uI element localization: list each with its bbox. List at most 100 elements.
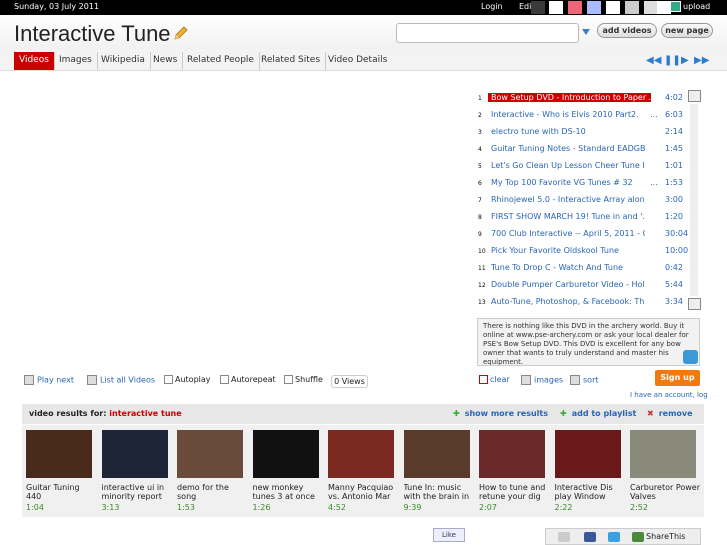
playlist-item[interactable]: 11 Tune To Drop C - Watch And Tune 0:42 [475,260,687,277]
new-page-button[interactable]: new page [661,23,713,38]
result-card[interactable]: Tune In: music with the brain in 9:39 [403,430,474,512]
playlist-item[interactable]: 4 Guitar Tuning Notes - Standard EADGB...… [475,141,687,158]
result-thumbnail[interactable] [177,430,243,478]
facebook-icon[interactable] [584,532,596,542]
result-card[interactable]: Guitar Tuning 440 1:04 [26,430,96,512]
result-title[interactable]: new monkey tunes 3 at once [253,483,323,501]
result-card[interactable]: How to tune and retune your dig 2:07 [479,430,549,512]
upload-link[interactable]: upload [670,1,710,12]
theme-swatch[interactable] [657,1,671,14]
result-title[interactable]: Carburetor Power Valves [630,483,700,501]
playlist-item[interactable]: 8 FIRST SHOW MARCH 19! Tune in and '... 1:… [475,209,687,226]
tab-images[interactable]: Images [54,52,98,70]
result-thumbnail[interactable] [554,430,621,478]
result-title[interactable]: Interactive Dis play Window [555,483,625,501]
theme-swatch[interactable] [568,1,582,14]
play-icon[interactable]: ▶ [681,55,689,66]
result-thumbnail[interactable] [403,430,470,478]
sharethis-icon[interactable] [632,532,644,542]
autoplay-label: Autoplay [175,375,211,384]
pencil-icon[interactable] [172,26,188,42]
login-link[interactable]: Login [481,2,503,11]
result-thumbnail[interactable] [26,430,92,478]
playlist-item-more: ... [650,110,658,119]
theme-swatch[interactable] [606,1,620,14]
result-title[interactable]: Guitar Tuning 440 [26,483,96,501]
tab-video-details[interactable]: Video Details [323,52,392,70]
images-button[interactable]: images [521,375,563,385]
playlist-scrollbar[interactable] [688,90,701,312]
result-card[interactable]: demo for the song 1:53 [177,430,247,512]
playlist-item[interactable]: 1 Bow Setup DVD - Introduction to Paper .… [475,90,687,107]
tab-videos[interactable]: Videos [14,52,55,70]
twitter-icon[interactable] [608,532,620,542]
shuffle-checkbox[interactable]: Shuffle [284,375,323,384]
sort-icon [570,375,580,385]
sort-button[interactable]: sort [570,375,599,385]
clear-button[interactable]: clear [479,375,510,384]
result-thumbnail[interactable] [479,430,545,478]
login-account-link[interactable]: I have an account, log [630,391,708,399]
playlist-item[interactable]: 9 700 Club Interactive -- April 5, 2011 -… [475,226,688,243]
tab-related-sites[interactable]: Related Sites [256,52,327,70]
video-player[interactable] [12,76,472,386]
playlist-item-title: Bow Setup DVD - Introduction to Paper ..… [488,93,651,102]
add-videos-button[interactable]: add videos [597,23,657,38]
playlist-item[interactable]: 5 Let's Go Clean Up Lesson Cheer Tune I..… [475,158,687,175]
theme-swatch[interactable] [587,1,601,14]
result-title[interactable]: interactive ui in minority report [102,483,172,501]
show-more-results-button[interactable]: ✚ show more results [453,409,548,418]
playlist-item[interactable]: 3 electro tune with DS-10 2:14 [475,124,687,141]
result-title[interactable]: Tune In: music with the brain in [404,483,474,501]
search-input[interactable] [396,23,579,43]
result-title[interactable]: Manny Pacquiao vs. Antonio Mar [328,483,398,501]
email-icon[interactable] [558,532,570,542]
description-toggle-icon[interactable] [683,350,698,364]
result-card[interactable]: new monkey tunes 3 at once 1:26 [252,430,323,512]
playlist-item[interactable]: 2 Interactive - Who is Elvis 2010 Part2..… [475,107,687,124]
theme-swatch[interactable] [625,1,639,14]
top-bar: Sunday, 03 July 2011 Login Edit upload [0,0,727,15]
playlist-item-title: FIRST SHOW MARCH 19! Tune in and '... [491,212,645,221]
playlist-item[interactable]: 13 Auto-Tune, Photoshop, & Facebook: Th..… [475,294,687,311]
result-title[interactable]: How to tune and retune your dig [479,483,549,501]
list-all-button[interactable]: List all Videos [87,375,155,385]
remove-button[interactable]: ✖ remove [647,409,693,418]
tab-news[interactable]: News [148,52,184,70]
result-title[interactable]: demo for the song [177,483,247,501]
play-next-button[interactable]: Play next [24,375,74,385]
autorepeat-checkbox[interactable]: Autorepeat [220,375,276,384]
result-thumbnail[interactable] [252,430,319,478]
like-button[interactable]: Like [433,528,465,542]
add-to-playlist-button[interactable]: ✚ add to playlist [560,409,636,418]
result-thumbnail[interactable] [101,430,168,478]
checkbox-box [220,375,229,384]
playlist-item-number: 6 [478,180,482,187]
scroll-track[interactable] [690,104,698,296]
tab-related-people[interactable]: Related People [182,52,260,70]
theme-swatch[interactable] [644,1,658,14]
theme-swatch[interactable] [531,1,545,14]
playlist-item[interactable]: 12 Double Pumper Carburetor Video - Holl.… [475,277,687,294]
pause-icon[interactable]: ❚❚ [664,55,681,66]
autoplay-checkbox[interactable]: Autoplay [164,375,211,384]
playlist-item[interactable]: 10 Pick Your Favorite Oldskool Tune 10:00 [475,243,688,260]
search-dropdown-icon[interactable] [582,29,590,35]
playlist-item[interactable]: 6 My Top 100 Favorite VG Tunes # 32... 1:5… [475,175,687,192]
result-card[interactable]: Manny Pacquiao vs. Antonio Mar 4:52 [328,430,398,512]
result-thumbnail[interactable] [630,430,696,478]
scroll-up-icon[interactable] [688,90,701,102]
previous-icon[interactable]: ◀◀ [646,55,661,66]
scroll-down-icon[interactable] [688,298,701,310]
theme-swatch[interactable] [549,1,563,14]
next-icon[interactable]: ▶▶ [694,55,709,66]
result-card[interactable]: Interactive Dis play Window 2:22 [554,430,625,512]
signup-button[interactable]: Sign up [655,370,700,386]
result-card[interactable]: Carburetor Power Valves 2:52 [630,430,700,512]
result-thumbnail[interactable] [328,430,394,478]
sharethis-link[interactable]: ShareThis [646,532,685,541]
playlist-item[interactable]: 7 Rhinojewel 5.0 - Interactive Array alon… [475,192,687,209]
tab-wikipedia[interactable]: Wikipedia [96,52,151,70]
result-card[interactable]: interactive ui in minority report 3:13 [101,430,172,512]
playlist-item-number: 1 [478,95,482,102]
